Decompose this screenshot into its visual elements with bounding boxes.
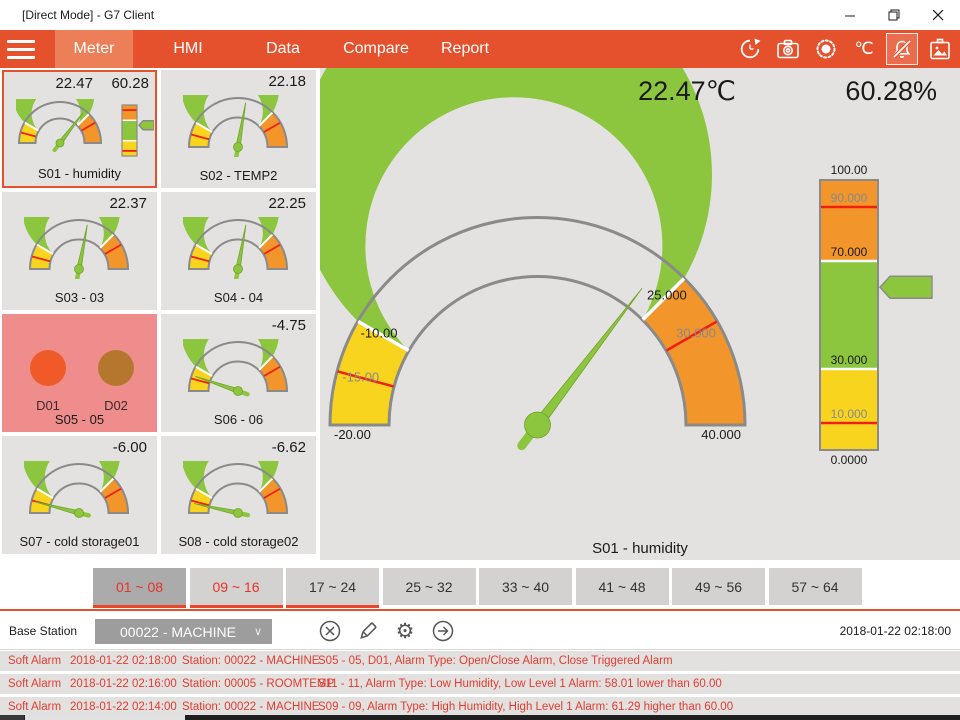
- base-station-dropdown[interactable]: 00022 - MACHINE ∨: [95, 619, 272, 644]
- tab-group-09-16[interactable]: 09 ~ 16: [190, 568, 283, 605]
- svg-text:-10.00: -10.00: [361, 326, 398, 341]
- tile-value: -4.75: [272, 317, 306, 334]
- tab-group-25-32[interactable]: 25 ~ 32: [383, 568, 476, 605]
- meter-tile-s05[interactable]: D01 D02 S05 - 05: [2, 314, 157, 432]
- current-temperature-value: 22.47℃: [638, 76, 736, 107]
- tab-group-01-08[interactable]: 01 ~ 08: [93, 568, 186, 605]
- tab-group-41-48[interactable]: 41 ~ 48: [576, 568, 669, 605]
- tab-group-17-24[interactable]: 17 ~ 24: [286, 568, 379, 605]
- base-station-label: Base Station: [9, 624, 77, 638]
- tile-label: S01 - humidity: [4, 166, 155, 181]
- scrollbar-button[interactable]: [0, 715, 24, 720]
- snapshot-gallery-icon[interactable]: [924, 33, 956, 65]
- digital-indicator-d02: [98, 350, 134, 386]
- tile-value: 22.25: [268, 195, 306, 212]
- nav-tab-report[interactable]: Report: [434, 30, 496, 68]
- svg-text:30.000: 30.000: [676, 326, 716, 341]
- svg-text:30.000: 30.000: [831, 353, 868, 367]
- mini-gauge: [24, 461, 134, 523]
- meter-tile-s06[interactable]: -4.75 S06 - 06: [161, 314, 316, 432]
- hamburger-menu-icon[interactable]: [0, 30, 50, 68]
- indicator-label: D01: [30, 398, 66, 413]
- svg-text:10.000: 10.000: [831, 407, 868, 421]
- edit-icon[interactable]: [355, 618, 381, 644]
- tile-label: S03 - 03: [2, 290, 157, 305]
- close-button[interactable]: [916, 0, 960, 30]
- svg-text:0.0000: 0.0000: [831, 453, 868, 467]
- settings-gear-icon[interactable]: ⚙: [392, 618, 418, 644]
- meter-tile-s07[interactable]: -6.00 S07 - cold storage01: [2, 436, 157, 554]
- alarm-list: Soft Alarm 2018-01-22 02:18:00 Station: …: [0, 651, 960, 720]
- tile-label: S02 - TEMP2: [161, 168, 316, 183]
- go-arrow-icon[interactable]: [430, 618, 456, 644]
- svg-text:40.000: 40.000: [701, 427, 741, 442]
- alarm-mute-icon[interactable]: [886, 33, 918, 65]
- celsius-unit-icon[interactable]: ℃: [848, 33, 880, 65]
- meter-tile-s01[interactable]: 22.47 60.28 S01 - humidity: [2, 70, 157, 188]
- alarm-row[interactable]: Soft Alarm 2018-01-22 02:14:00 Station: …: [0, 697, 960, 717]
- window-title: [Direct Mode] - G7 Client: [22, 8, 154, 22]
- svg-text:100.00: 100.00: [831, 163, 868, 177]
- meter-tile-s08[interactable]: -6.62 S08 - cold storage02: [161, 436, 316, 554]
- tile-label: S05 - 05: [2, 412, 157, 427]
- indicator-label: D02: [98, 398, 134, 413]
- nav-tab-data[interactable]: Data: [254, 30, 312, 68]
- clear-alarms-button[interactable]: [317, 618, 343, 644]
- base-station-bar: Base Station 00022 - MACHINE ∨ ⚙: [0, 611, 960, 650]
- scrollbar-thumb[interactable]: [25, 715, 185, 720]
- alarm-row[interactable]: Soft Alarm 2018-01-22 02:18:00 Station: …: [0, 651, 960, 671]
- tab-group-49-56[interactable]: 49 ~ 56: [672, 568, 765, 605]
- tile-value: 22.47: [55, 75, 93, 92]
- alarm-row[interactable]: Soft Alarm 2018-01-22 02:16:00 Station: …: [0, 674, 960, 694]
- tile-label: S07 - cold storage01: [2, 534, 157, 549]
- main-gauge-panel: -10.00 -15.00 25.000 30.000 -20.00 40.000 100.…: [320, 68, 960, 560]
- current-timestamp: 2018-01-22 02:18:00: [840, 624, 951, 638]
- mini-gauge: [24, 217, 134, 279]
- svg-text:90.000: 90.000: [831, 191, 868, 205]
- meter-tile-s04[interactable]: 22.25 S04 - 04: [161, 192, 316, 310]
- minimize-button[interactable]: [828, 0, 872, 30]
- svg-text:-15.00: -15.00: [342, 370, 379, 385]
- mini-gauge: [16, 99, 106, 152]
- camera-icon[interactable]: [772, 33, 804, 65]
- svg-text:25.000: 25.000: [647, 288, 687, 303]
- nav-bar: Meter HMI Data Compare Report: [0, 30, 960, 68]
- tile-label: S04 - 04: [161, 290, 316, 305]
- tile-label: S08 - cold storage02: [161, 534, 316, 549]
- horizontal-scrollbar[interactable]: [0, 715, 960, 720]
- mini-gauge: [183, 217, 293, 279]
- sensor-group-tabs: 01 ~ 08 09 ~ 16 17 ~ 24 25 ~ 32 33 ~ 40 …: [0, 568, 960, 612]
- nav-tab-meter[interactable]: Meter: [55, 30, 133, 68]
- g7-client-window: [Direct Mode] - G7 Client Meter HMI Data: [0, 0, 960, 720]
- mini-gauge: [183, 95, 293, 157]
- meter-tile-s03[interactable]: 22.37 S03 - 03: [2, 192, 157, 310]
- large-gauge: -10.00 -15.00 25.000 30.000 -20.00 40.000 100.…: [320, 68, 960, 560]
- tab-group-57-64[interactable]: 57 ~ 64: [769, 568, 862, 605]
- tile-value: -6.62: [272, 439, 306, 456]
- current-humidity-value: 60.28%: [845, 76, 937, 107]
- mini-gauge: [183, 339, 293, 401]
- mini-gauge: [183, 461, 293, 523]
- tile-label: S06 - 06: [161, 412, 316, 427]
- sync-history-icon[interactable]: [734, 33, 766, 65]
- selected-sensor-caption: S01 - humidity: [320, 540, 960, 557]
- nav-tab-compare[interactable]: Compare: [338, 30, 414, 68]
- digital-indicator-d01: [30, 350, 66, 386]
- brightness-icon[interactable]: [810, 33, 842, 65]
- chevron-down-icon: ∨: [254, 625, 262, 638]
- tab-group-33-40[interactable]: 33 ~ 40: [479, 568, 572, 605]
- tile-value: 22.18: [268, 73, 306, 90]
- svg-text:-20.00: -20.00: [334, 427, 371, 442]
- nav-tab-hmi[interactable]: HMI: [160, 30, 216, 68]
- tile-value: 22.37: [109, 195, 147, 212]
- tile-value: 60.28: [111, 75, 149, 92]
- mini-bar-gauge: [120, 102, 154, 160]
- meter-tile-s02[interactable]: 22.18 S02 - TEMP2: [161, 70, 316, 188]
- tile-value: -6.00: [113, 439, 147, 456]
- title-bar: [Direct Mode] - G7 Client: [0, 0, 960, 30]
- restore-button[interactable]: [872, 0, 916, 30]
- svg-text:70.000: 70.000: [831, 245, 868, 259]
